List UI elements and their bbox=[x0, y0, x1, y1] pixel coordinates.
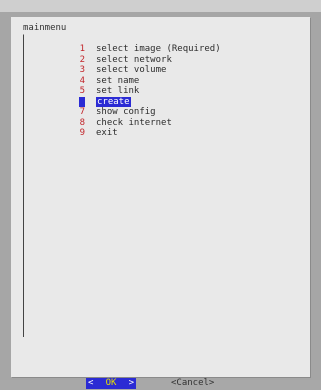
menu-item-number: 9 bbox=[79, 128, 85, 138]
menu-item-number: 6 bbox=[79, 96, 85, 107]
menu-dialog: mainmenu 1 select image (Required) 2 sel… bbox=[11, 17, 310, 389]
menu-item-select-volume[interactable]: 3 select volume bbox=[75, 65, 221, 76]
menu-item-label: set link bbox=[96, 86, 140, 96]
menu-item-label: check internet bbox=[96, 117, 172, 128]
menu-item-select-image[interactable]: 1 select image (Required) bbox=[75, 44, 221, 55]
menu-item-show-config[interactable]: 7 show config bbox=[75, 107, 221, 118]
menu-item-label: create bbox=[96, 96, 131, 107]
menu-item-label: set name bbox=[96, 75, 140, 86]
menu-item-number: 8 bbox=[79, 117, 85, 128]
menu-item-create[interactable]: 6 create bbox=[75, 96, 221, 107]
menu-item-label: select image (Required) bbox=[96, 44, 221, 54]
menu-item-check-internet[interactable]: 8 check internet bbox=[75, 118, 221, 129]
menu-item-exit[interactable]: 9 exit bbox=[75, 128, 221, 139]
menu-item-number: 1 bbox=[79, 44, 85, 54]
menu-item-number: 7 bbox=[79, 107, 85, 117]
menu-list: 1 select image (Required) 2 select netwo… bbox=[75, 44, 221, 139]
menu-item-number: 2 bbox=[79, 54, 85, 65]
menu-item-label: exit bbox=[96, 128, 118, 138]
menu-item-number: 5 bbox=[79, 86, 85, 96]
dialog-title: mainmenu bbox=[23, 23, 67, 33]
menu-item-set-name[interactable]: 4 set name bbox=[75, 76, 221, 87]
menu-item-number: 3 bbox=[79, 65, 85, 75]
menu-item-set-link[interactable]: 5 set link bbox=[75, 86, 221, 97]
menu-item-select-network[interactable]: 2 select network bbox=[75, 55, 221, 66]
terminal-screen: mainmenu 1 select image (Required) 2 sel… bbox=[0, 0, 321, 389]
menu-item-label: show config bbox=[96, 107, 156, 117]
menu-item-label: select volume bbox=[96, 65, 167, 75]
menu-item-label: select network bbox=[96, 54, 172, 65]
menu-item-number: 4 bbox=[79, 75, 85, 86]
